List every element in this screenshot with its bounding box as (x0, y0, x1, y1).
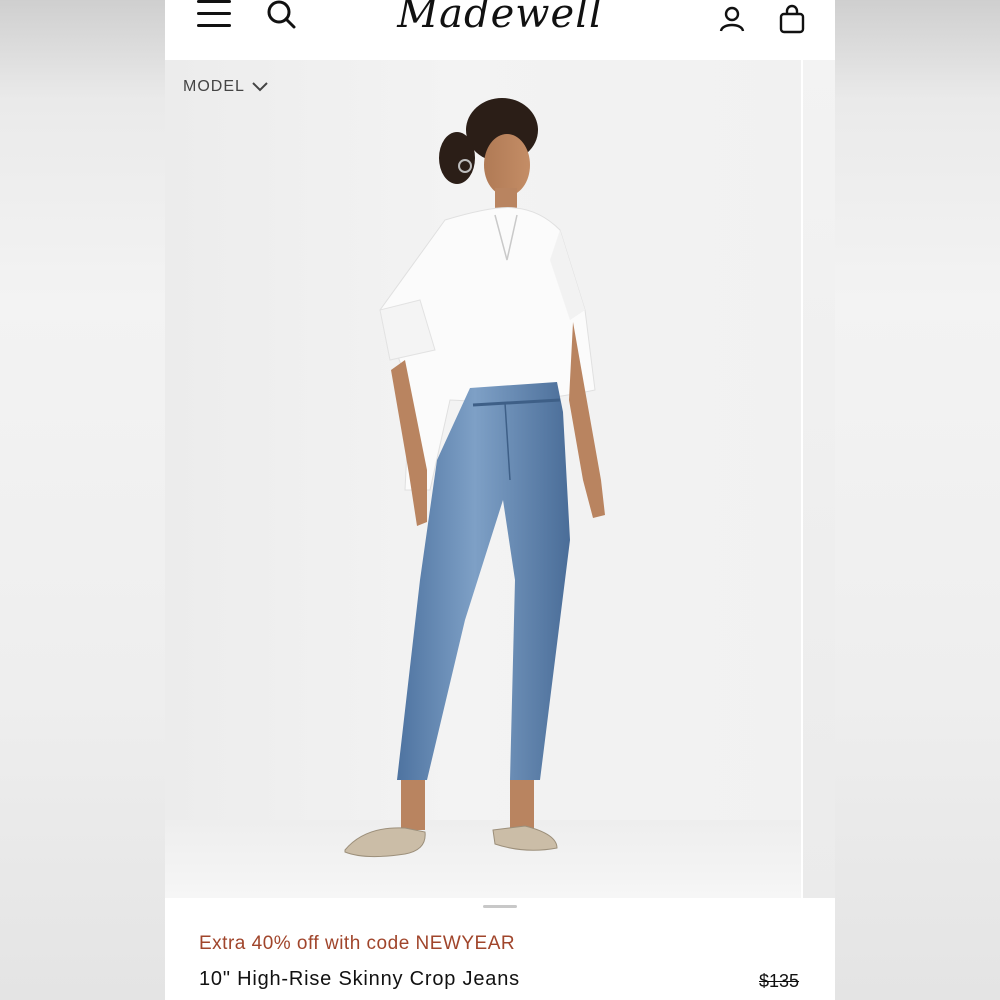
product-name: 10" High-Rise Skinny Crop Jeans (199, 968, 520, 990)
product-price: $135 (759, 971, 800, 991)
shopping-bag-icon[interactable] (779, 4, 805, 34)
model-toggle-label: MODEL (183, 78, 245, 95)
chevron-down-icon (252, 82, 268, 92)
carousel-indicator (483, 905, 517, 908)
product-page: Madewell MODEL Extra 40% off with code N… (165, 0, 835, 1000)
model-toggle[interactable]: MODEL (183, 78, 269, 96)
backdrop-left (0, 0, 165, 1000)
backdrop-right (835, 0, 1000, 1000)
site-header: Madewell (165, 0, 835, 60)
promo-text: Extra 40% off with code NEWYEAR (199, 933, 516, 954)
model-photo (344, 98, 605, 858)
next-image-preview[interactable] (803, 60, 835, 898)
product-image[interactable]: MODEL (165, 60, 801, 898)
account-icon[interactable] (719, 6, 745, 32)
